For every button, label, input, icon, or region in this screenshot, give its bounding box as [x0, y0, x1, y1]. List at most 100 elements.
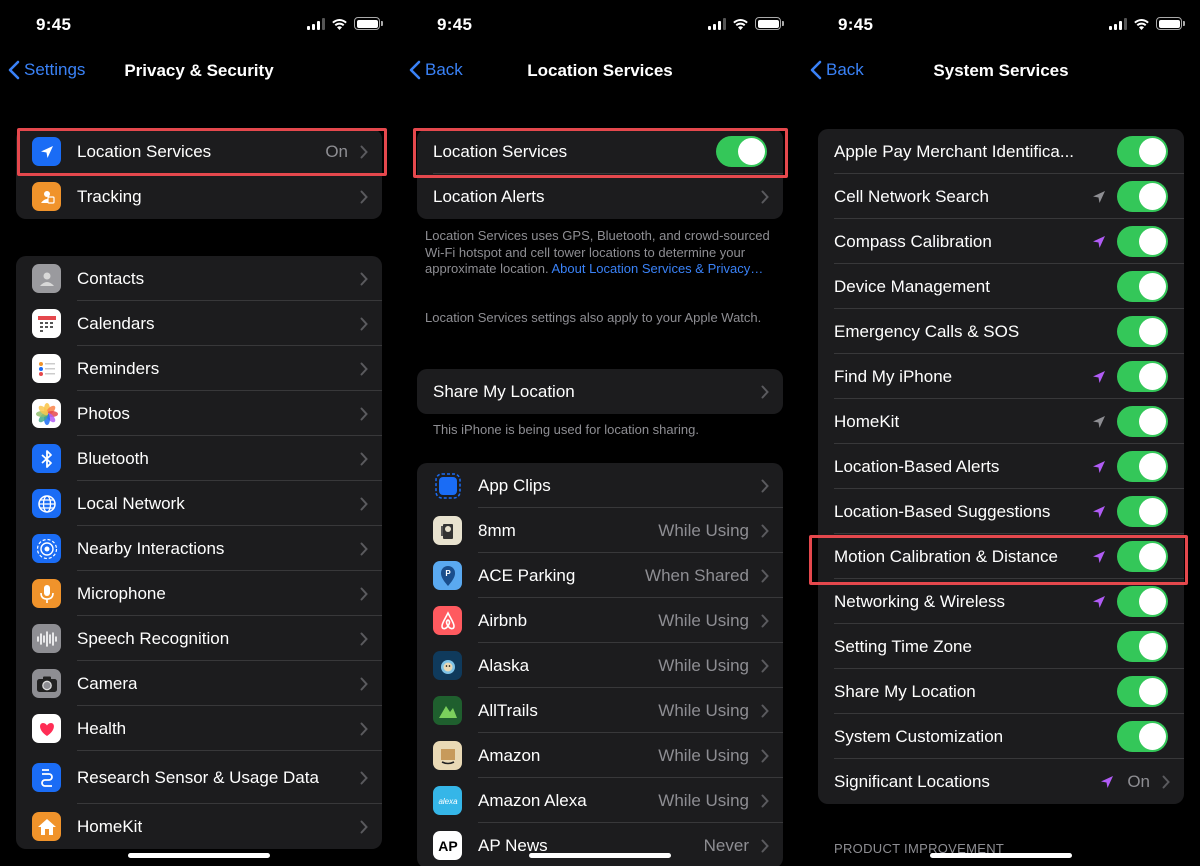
app-row-app-clips[interactable]: App Clips: [417, 463, 783, 508]
settings-row-contacts[interactable]: Contacts: [16, 256, 382, 301]
row-label: Setting Time Zone: [834, 636, 972, 656]
location-alerts-row[interactable]: Location Alerts: [417, 174, 783, 219]
settings-row-local-network[interactable]: Local Network: [16, 481, 382, 526]
battery-icon: [1156, 17, 1185, 30]
wifi-icon: [733, 18, 748, 30]
app-row-alaska[interactable]: Alaska While Using: [417, 643, 783, 688]
row-label: Alaska: [478, 655, 530, 675]
service-toggle[interactable]: [1117, 271, 1168, 302]
nearby-icon: [32, 534, 61, 563]
significant-locations-row[interactable]: Significant Locations On: [818, 759, 1184, 804]
row-value: Never: [703, 835, 749, 855]
service-row-emergency-calls-sos: Emergency Calls & SOS: [818, 309, 1184, 354]
settings-row-nearby-interactions[interactable]: Nearby Interactions: [16, 526, 382, 571]
service-row-apple-pay-merchant-identifica: Apple Pay Merchant Identifica...: [818, 129, 1184, 174]
service-toggle[interactable]: [1117, 676, 1168, 707]
service-toggle[interactable]: [1117, 361, 1168, 392]
app-row-ap-news[interactable]: AP AP News Never: [417, 823, 783, 866]
photos-icon: [32, 399, 61, 428]
service-toggle[interactable]: [1117, 136, 1168, 167]
system-services-group: Apple Pay Merchant Identifica... Cell Net…: [818, 129, 1184, 804]
location-arrow-icon: [1093, 235, 1105, 248]
settings-row-health[interactable]: Health: [16, 706, 382, 751]
settings-row-bluetooth[interactable]: Bluetooth: [16, 436, 382, 481]
share-my-location-row[interactable]: Share My Location: [417, 369, 783, 414]
service-toggle[interactable]: [1117, 181, 1168, 212]
row-label: App Clips: [478, 475, 551, 495]
back-label: Back: [826, 60, 864, 79]
settings-row-homekit[interactable]: HomeKit: [16, 804, 382, 849]
back-button[interactable]: Back: [810, 60, 864, 80]
tracking-icon: [32, 182, 61, 211]
settings-row-tracking[interactable]: Tracking: [16, 174, 382, 219]
location-services-toggle[interactable]: [716, 136, 767, 167]
service-row-location-based-suggestions: Location-Based Suggestions: [818, 489, 1184, 534]
share-location-group: Share My Location: [417, 369, 783, 414]
row-label: Photos: [77, 403, 130, 423]
row-label: Device Management: [834, 276, 990, 296]
app-row-amazon-alexa[interactable]: alexa Amazon Alexa While Using: [417, 778, 783, 823]
alltrails-icon: [433, 696, 462, 725]
reminders-icon: [32, 354, 61, 383]
row-label: Speech Recognition: [77, 628, 230, 648]
row-label: Location Services: [433, 141, 568, 161]
service-row-homekit: HomeKit: [818, 399, 1184, 444]
row-label: Share My Location: [834, 681, 976, 701]
row-value: While Using: [658, 520, 749, 540]
row-label: Networking & Wireless: [834, 591, 1005, 611]
service-toggle[interactable]: [1117, 721, 1168, 752]
app-row-ace-parking[interactable]: P ACE Parking When Shared: [417, 553, 783, 598]
service-toggle[interactable]: [1117, 586, 1168, 617]
settings-row-location-services[interactable]: Location Services On: [16, 129, 382, 174]
camera-icon: [32, 669, 61, 698]
settings-row-research-sensor-usage-data[interactable]: Research Sensor & Usage Data: [16, 751, 382, 804]
app-row-airbnb[interactable]: Airbnb While Using: [417, 598, 783, 643]
app-row-amazon[interactable]: Amazon While Using: [417, 733, 783, 778]
chevron-right-icon: [360, 317, 368, 330]
about-location-link[interactable]: About Location Services & Privacy…: [551, 261, 763, 276]
app-row-8mm[interactable]: 8mm While Using: [417, 508, 783, 553]
location-arrow-icon: [1101, 775, 1114, 788]
row-value: On: [325, 141, 348, 161]
home-icon: [32, 812, 61, 841]
app-row-alltrails[interactable]: AllTrails While Using: [417, 688, 783, 733]
back-button[interactable]: Settings: [8, 60, 85, 80]
location-arrow-icon: [1093, 505, 1105, 518]
chevron-right-icon: [360, 820, 368, 833]
service-toggle[interactable]: [1117, 451, 1168, 482]
row-label: Microphone: [77, 583, 166, 603]
service-row-networking-wireless: Networking & Wireless: [818, 579, 1184, 624]
service-toggle[interactable]: [1117, 541, 1168, 572]
alexa-icon: alexa: [433, 786, 462, 815]
settings-row-photos[interactable]: Photos: [16, 391, 382, 436]
alaska-icon: [433, 651, 462, 680]
row-label: Reminders: [77, 358, 160, 378]
back-button[interactable]: Back: [409, 60, 463, 80]
status-time: 9:45: [437, 15, 473, 34]
nav-bar: Back System Services: [802, 52, 1200, 92]
row-label: Motion Calibration & Distance: [834, 546, 1058, 566]
research-icon: [32, 763, 61, 792]
service-toggle[interactable]: [1117, 406, 1168, 437]
heart-icon: [32, 714, 61, 743]
location-arrow-icon: [1093, 595, 1105, 608]
chevron-right-icon: [360, 497, 368, 510]
location-arrow-icon: [1093, 460, 1105, 473]
service-toggle[interactable]: [1117, 316, 1168, 347]
status-icons: [1109, 17, 1185, 30]
svg-text:alexa: alexa: [438, 797, 458, 806]
settings-row-reminders[interactable]: Reminders: [16, 346, 382, 391]
settings-row-calendars[interactable]: Calendars: [16, 301, 382, 346]
settings-row-microphone[interactable]: Microphone: [16, 571, 382, 616]
service-toggle[interactable]: [1117, 631, 1168, 662]
settings-row-camera[interactable]: Camera: [16, 661, 382, 706]
service-row-motion-calibration-distance: Motion Calibration & Distance: [818, 534, 1184, 579]
service-toggle[interactable]: [1117, 496, 1168, 527]
row-value: On: [1127, 771, 1150, 791]
service-toggle[interactable]: [1117, 226, 1168, 257]
chevron-right-icon: [360, 587, 368, 600]
settings-row-speech-recognition[interactable]: Speech Recognition: [16, 616, 382, 661]
chevron-right-icon: [360, 190, 368, 203]
status-time: 9:45: [838, 15, 874, 34]
row-label: ACE Parking: [478, 565, 576, 585]
